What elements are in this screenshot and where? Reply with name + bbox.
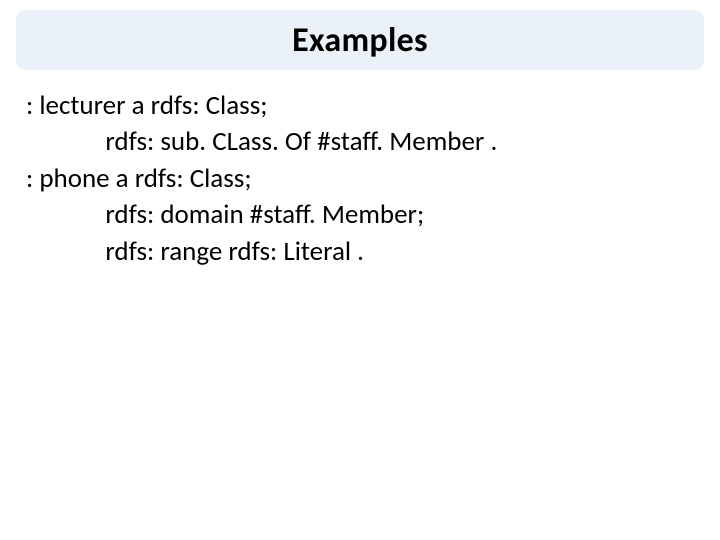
title-box: Examples xyxy=(16,10,704,70)
content-line-1: : lecturer a rdfs: Class; xyxy=(26,88,700,124)
slide: Examples : lecturer a rdfs: Class; rdfs:… xyxy=(0,0,720,540)
slide-title: Examples xyxy=(292,20,428,61)
content-line-2: rdfs: sub. CLass. Of #staff. Member . xyxy=(26,124,700,160)
content-line-4: : phone a rdfs: Class; xyxy=(26,161,700,197)
content-line-6: rdfs: range rdfs: Literal . xyxy=(26,234,700,270)
slide-content: : lecturer a rdfs: Class; rdfs: sub. CLa… xyxy=(26,88,700,270)
content-line-5: rdfs: domain #staff. Member; xyxy=(26,197,700,233)
